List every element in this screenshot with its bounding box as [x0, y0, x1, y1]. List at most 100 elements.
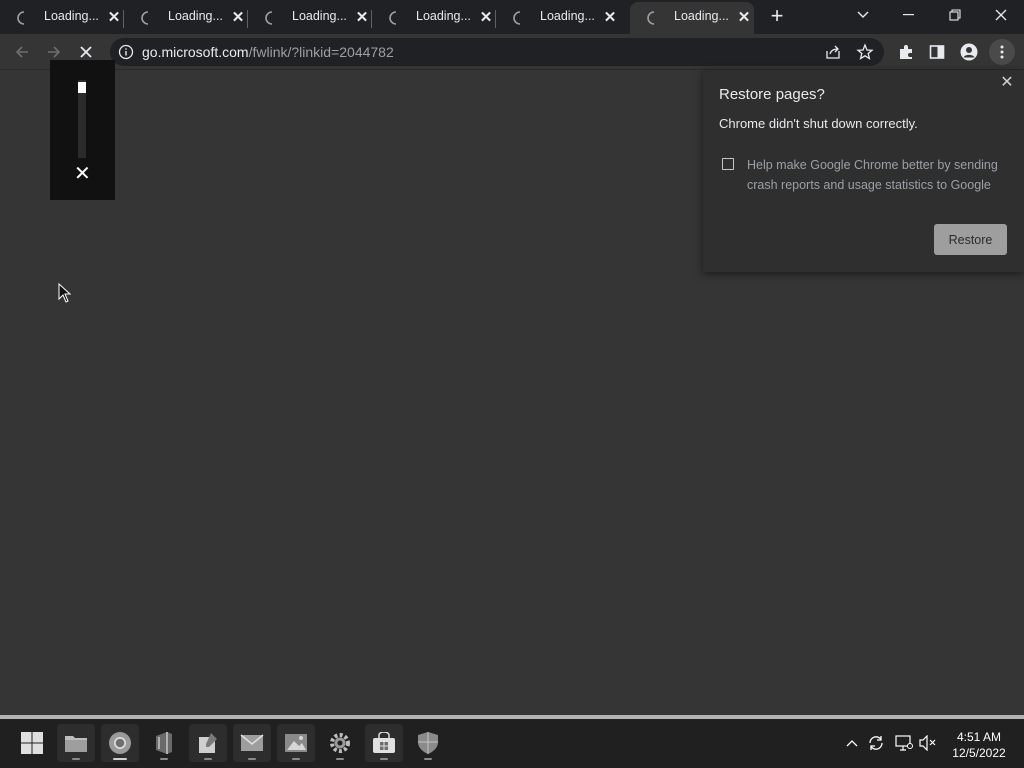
url-host: go.microsoft.com — [142, 44, 249, 60]
share-icon[interactable] — [824, 43, 842, 61]
tab[interactable]: Loading... ✕ — [0, 2, 124, 34]
clock-time: 4:51 AM — [956, 730, 1002, 744]
close-window-button[interactable] — [978, 0, 1024, 30]
loading-spinner-icon — [141, 11, 149, 25]
arrow-left-icon — [15, 46, 28, 58]
running-indicator — [424, 758, 432, 760]
tab-strip: Loading... ✕ Loading... ✕ Loading... ✕ L… — [0, 0, 1024, 34]
taskbar-store[interactable] — [365, 724, 403, 762]
new-tab-button[interactable]: + — [766, 5, 788, 28]
shield-icon — [418, 732, 438, 754]
photos-icon — [285, 734, 307, 752]
chevron-up-icon — [846, 740, 858, 747]
info-icon[interactable] — [118, 44, 134, 60]
document-edit-icon — [199, 733, 217, 753]
tab-close-icon[interactable]: ✕ — [354, 10, 370, 26]
minimize-button[interactable] — [886, 0, 932, 30]
tab-title: Loading... — [292, 9, 347, 23]
loading-spinner-icon — [647, 11, 655, 25]
network-tray-button[interactable] — [894, 733, 914, 753]
extensions-button[interactable] — [893, 39, 919, 65]
show-hidden-icons-button[interactable] — [842, 733, 862, 753]
tab-title: Loading... — [44, 9, 99, 23]
mouse-cursor-icon — [58, 283, 72, 303]
taskbar-office[interactable] — [145, 724, 183, 762]
loading-spinner-icon — [513, 11, 521, 25]
taskbar-file-explorer[interactable] — [57, 724, 95, 762]
windows-start-icon — [21, 732, 43, 754]
tab-active[interactable]: Loading... ✕ — [630, 2, 754, 34]
tab-title: Loading... — [674, 9, 729, 23]
back-button[interactable] — [9, 39, 35, 65]
dialog-close-button[interactable]: ✕ — [998, 74, 1016, 92]
crash-reports-label[interactable]: Help make Google Chrome better by sendin… — [747, 155, 1007, 195]
sync-icon — [869, 736, 883, 750]
url-text: go.microsoft.com/fwlink/?linkid=2044782 — [142, 44, 394, 60]
loading-spinner-icon — [17, 11, 25, 25]
loading-spinner-icon — [265, 11, 273, 25]
url-path: /fwlink/?linkid=2044782 — [248, 44, 394, 60]
profile-button[interactable] — [956, 39, 982, 65]
tab-search-button[interactable] — [840, 0, 886, 30]
close-icon — [80, 46, 92, 58]
restore-window-button[interactable] — [932, 0, 978, 30]
restore-pages-dialog: ✕ Restore pages? Chrome didn't shut down… — [703, 70, 1024, 272]
running-indicator — [160, 758, 168, 760]
close-icon — [995, 9, 1007, 21]
chrome-icon — [109, 732, 131, 754]
star-icon[interactable] — [856, 43, 874, 61]
tab-title: Loading... — [168, 9, 223, 23]
tab-close-icon[interactable]: ✕ — [602, 10, 618, 26]
running-indicator — [248, 758, 256, 760]
mail-icon — [240, 734, 264, 751]
gear-icon — [330, 733, 350, 753]
tab-close-icon[interactable]: ✕ — [230, 10, 246, 26]
taskbar-chrome[interactable] — [101, 724, 139, 762]
more-vertical-icon — [1000, 45, 1004, 59]
running-indicator — [292, 758, 300, 760]
clock-date: 12/5/2022 — [952, 746, 1006, 760]
store-icon — [373, 732, 395, 753]
tab[interactable]: Loading... ✕ — [124, 2, 248, 34]
zoom-popup: ✕ — [50, 60, 115, 200]
tab-title: Loading... — [416, 9, 471, 23]
taskbar-settings[interactable] — [321, 724, 359, 762]
volume-tray-button[interactable] — [918, 733, 938, 753]
chevron-down-icon — [857, 11, 869, 18]
loading-spinner-icon — [389, 11, 397, 25]
network-icon — [895, 735, 913, 751]
tab[interactable]: Loading... ✕ — [496, 2, 620, 34]
side-panel-button[interactable] — [924, 39, 950, 65]
running-indicator — [336, 758, 344, 760]
taskbar-clock[interactable]: 4:51 AM 12/5/2022 — [944, 729, 1014, 761]
tab-close-icon[interactable]: ✕ — [736, 10, 752, 26]
menu-button[interactable] — [989, 39, 1015, 65]
tab-close-icon[interactable]: ✕ — [106, 10, 122, 26]
minimize-icon — [903, 14, 914, 16]
dialog-message: Chrome didn't shut down correctly. — [719, 116, 918, 131]
address-bar[interactable]: go.microsoft.com/fwlink/?linkid=2044782 — [110, 38, 884, 66]
volume-muted-icon — [919, 735, 936, 751]
office-icon — [156, 732, 172, 754]
zoom-slider-thumb[interactable] — [78, 82, 86, 93]
taskbar-security[interactable] — [409, 724, 447, 762]
side-panel-icon — [929, 45, 945, 59]
taskbar-mail[interactable] — [233, 724, 271, 762]
sync-tray-button[interactable] — [866, 733, 886, 753]
taskbar: 4:51 AM 12/5/2022 — [0, 719, 1024, 768]
taskbar-notepad[interactable] — [189, 724, 227, 762]
zoom-close-button[interactable]: ✕ — [74, 164, 91, 184]
tab-close-icon[interactable]: ✕ — [478, 10, 494, 26]
tab[interactable]: Loading... ✕ — [372, 2, 496, 34]
running-indicator — [72, 758, 80, 760]
start-button[interactable] — [13, 724, 51, 762]
crash-reports-checkbox[interactable] — [722, 158, 734, 170]
active-indicator — [113, 758, 127, 760]
avatar-icon — [960, 43, 978, 61]
folder-icon — [65, 736, 87, 752]
taskbar-photos[interactable] — [277, 724, 315, 762]
puzzle-icon — [900, 45, 912, 59]
restore-window-icon — [949, 9, 961, 21]
restore-button[interactable]: Restore — [934, 224, 1007, 255]
tab[interactable]: Loading... ✕ — [248, 2, 372, 34]
